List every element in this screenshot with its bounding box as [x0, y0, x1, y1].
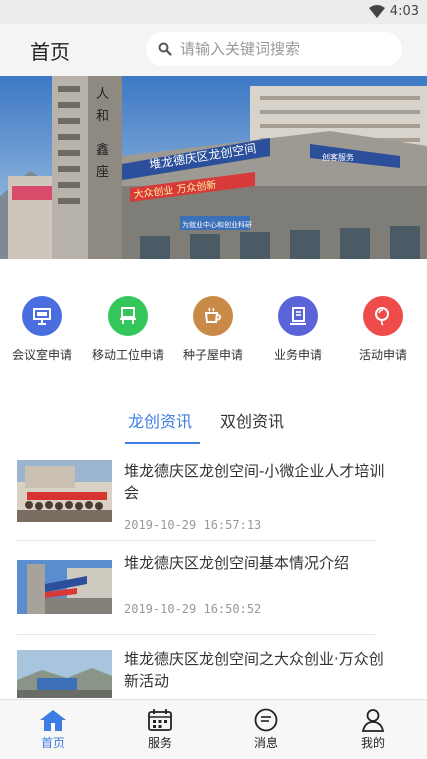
news-title: 堆龙德庆区龙创空间之大众创业·万众创新活动 [124, 650, 384, 690]
profile-icon [361, 709, 385, 732]
activity-apply-button[interactable]: 活动申请 [341, 290, 425, 363]
active-tab-indicator [125, 442, 200, 444]
quick-action-label: 移动工位申请 [91, 348, 164, 362]
page-header: 首页 [0, 24, 427, 76]
news-date: 2019-10-29 16:50:52 [124, 602, 262, 616]
news-title: 堆龙德庆区龙创空间-小微企业人才培训会 [124, 462, 385, 502]
news-thumbnail [17, 560, 112, 622]
tab-longchuang-news[interactable]: 龙创资讯 [128, 408, 192, 432]
business-doc-icon [278, 296, 318, 336]
quick-action-label: 活动申请 [358, 348, 407, 362]
coffee-cup-icon [193, 296, 233, 336]
banner-small-sign: 为就业中心和创业科研 [182, 220, 252, 229]
divider [17, 540, 375, 541]
mobile-workstation-apply-button[interactable]: 移动工位申请 [86, 290, 170, 363]
status-bar: 4:03 [0, 0, 427, 24]
status-time: 4:03 [389, 4, 419, 19]
banner-sign-text: 座 [96, 165, 109, 180]
banner-carousel[interactable]: 人 和 鑫 座 堆龙德庆区龙创空间 大众创业 万众创新 为就业中心和创业科研 创… [0, 76, 427, 259]
search-icon [158, 42, 172, 56]
presentation-board-icon [22, 296, 62, 336]
tab-shuangchuang-news[interactable]: 双创资讯 [220, 408, 284, 432]
banner-sign-text: 和 [96, 109, 109, 124]
list-item[interactable]: 堆龙德庆区龙创空间-小微企业人才培训会 2019-10-29 16:57:13 [0, 460, 427, 550]
news-tabs: 龙创资讯 双创资讯 [0, 402, 427, 446]
tab-label: 消息 [253, 736, 278, 750]
news-thumbnail [17, 650, 112, 698]
message-icon [254, 708, 278, 732]
quick-actions: 会议室申请 移动工位申请 种子屋申请 业务申请 活动申请 [0, 290, 427, 370]
banner-side-sign: 创客服务 [322, 152, 354, 162]
business-apply-button[interactable]: 业务申请 [256, 290, 340, 363]
workstation-icon [108, 296, 148, 336]
divider [17, 634, 375, 635]
tab-profile[interactable]: 我的 [333, 700, 413, 759]
news-date: 2019-10-29 16:57:13 [124, 518, 262, 532]
quick-action-label: 业务申请 [273, 348, 322, 362]
tab-label: 我的 [360, 736, 385, 750]
home-icon [40, 710, 66, 731]
news-thumbnail [17, 460, 112, 522]
page-title: 首页 [30, 40, 70, 64]
bottom-tab-bar: 首页 服务 消息 我的 [0, 699, 427, 759]
meeting-room-apply-button[interactable]: 会议室申请 [0, 290, 84, 363]
quick-action-label: 会议室申请 [11, 348, 72, 362]
tab-label: 服务 [147, 736, 172, 750]
news-title: 堆龙德庆区龙创空间基本情况介绍 [124, 554, 350, 572]
banner-sign-text: 人 [96, 87, 109, 102]
banner-image: 人 和 鑫 座 堆龙德庆区龙创空间 大众创业 万众创新 为就业中心和创业科研 创… [0, 76, 427, 259]
wifi-icon [369, 5, 385, 18]
tab-label: 首页 [40, 736, 65, 750]
banner-sign-text: 鑫 [96, 142, 109, 158]
quick-action-label: 种子屋申请 [182, 348, 243, 362]
tab-home[interactable]: 首页 [13, 700, 93, 759]
search-input[interactable] [180, 32, 392, 66]
tab-service[interactable]: 服务 [120, 700, 200, 759]
search-box[interactable] [146, 32, 402, 66]
seed-house-apply-button[interactable]: 种子屋申请 [171, 290, 255, 363]
calendar-service-icon [148, 709, 172, 731]
list-item[interactable]: 堆龙德庆区龙创空间基本情况介绍 2019-10-29 16:50:52 [0, 552, 427, 642]
tab-messages[interactable]: 消息 [226, 700, 306, 759]
balloon-icon [363, 296, 403, 336]
